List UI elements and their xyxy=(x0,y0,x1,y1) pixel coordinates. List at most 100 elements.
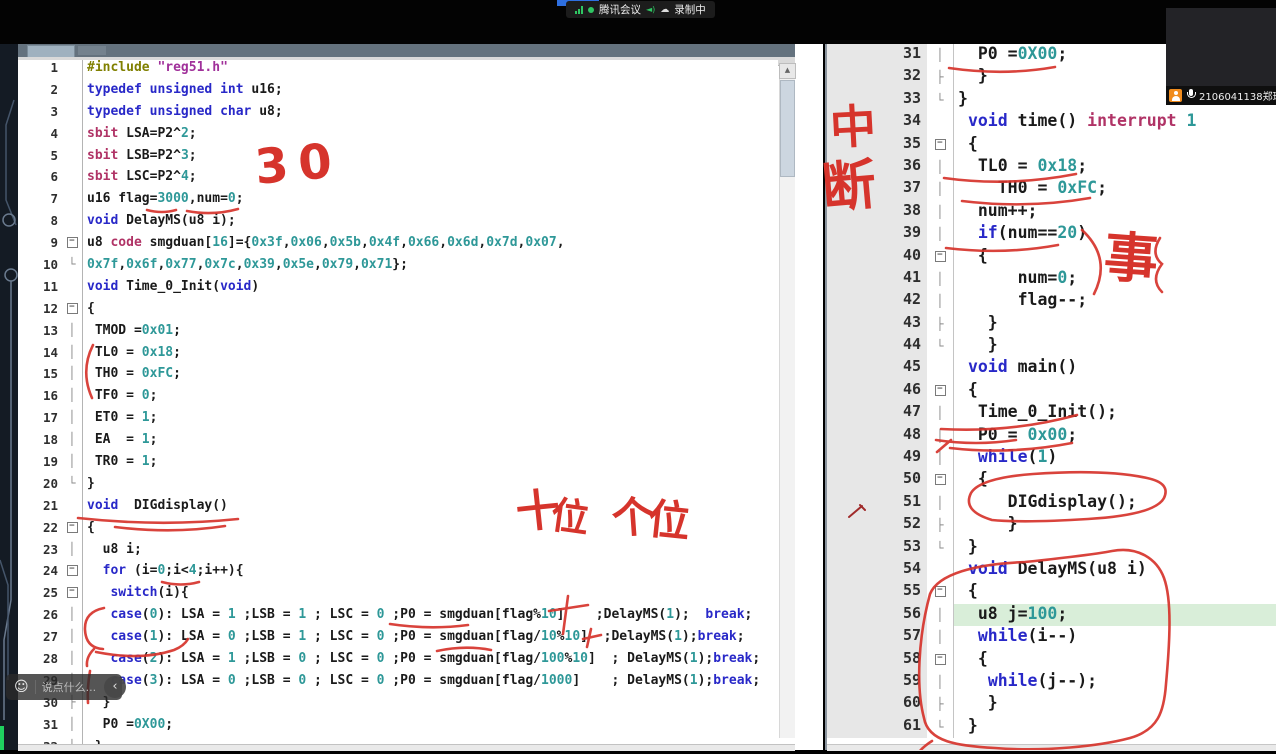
code-line-58[interactable]: 58− { xyxy=(827,649,1276,671)
fold-marker[interactable]: − xyxy=(62,301,82,323)
scroll-up-arrow[interactable]: ▲ xyxy=(779,63,796,79)
fold-marker[interactable] xyxy=(62,191,82,213)
code-line-17[interactable]: 17│ ET0 = 1; xyxy=(18,410,778,432)
fold-marker[interactable]: − xyxy=(927,134,954,156)
fold-marker[interactable]: └ xyxy=(927,537,954,559)
code-line-19[interactable]: 19│ TR0 = 1; xyxy=(18,454,778,476)
code-line-21[interactable]: 21void DIGdisplay() xyxy=(18,498,778,520)
fold-marker[interactable]: │ xyxy=(62,388,82,410)
code-line-57[interactable]: 57│ while(i--) xyxy=(827,626,1276,648)
fold-marker[interactable]: │ xyxy=(62,454,82,476)
fold-marker[interactable] xyxy=(62,148,82,170)
fold-marker[interactable]: │ xyxy=(927,425,954,447)
code-line-22[interactable]: 22−{ xyxy=(18,520,778,542)
fold-marker[interactable]: − xyxy=(927,246,954,268)
fold-marker[interactable]: │ xyxy=(927,178,954,200)
fold-marker[interactable]: │ xyxy=(927,268,954,290)
code-line-23[interactable]: 23│ u8 i; xyxy=(18,542,778,564)
fold-marker[interactable]: └ xyxy=(927,89,954,111)
fold-marker[interactable] xyxy=(62,213,82,235)
code-line-37[interactable]: 37│ TH0 = 0xFC; xyxy=(827,178,1276,200)
code-line-48[interactable]: 48│ P0 = 0x00; xyxy=(827,425,1276,447)
fold-marker[interactable] xyxy=(62,60,82,82)
code-line-40[interactable]: 40− { xyxy=(827,246,1276,268)
code-line-56[interactable]: 56│ u8 j=100; xyxy=(827,604,1276,626)
chat-collapse-button[interactable]: ‹ xyxy=(104,676,126,698)
code-line-41[interactable]: 41│ num=0; xyxy=(827,268,1276,290)
code-line-53[interactable]: 53└ } xyxy=(827,537,1276,559)
fold-marker[interactable] xyxy=(927,559,954,581)
fold-marker[interactable]: │ xyxy=(927,671,954,693)
code-line-47[interactable]: 47│ Time_0_Init(); xyxy=(827,402,1276,424)
code-line-30[interactable]: 30├ } xyxy=(18,695,778,717)
fold-marker[interactable]: │ xyxy=(62,410,82,432)
fold-marker[interactable]: − xyxy=(62,235,82,257)
fold-marker[interactable]: − xyxy=(927,469,954,491)
code-line-14[interactable]: 14│ TL0 = 0x18; xyxy=(18,345,778,367)
code-line-43[interactable]: 43├ } xyxy=(827,313,1276,335)
code-line-16[interactable]: 16│ TF0 = 0; xyxy=(18,388,778,410)
code-line-13[interactable]: 13│ TMOD =0x01; xyxy=(18,323,778,345)
code-line-24[interactable]: 24− for (i=0;i<4;i++){ xyxy=(18,563,778,585)
fold-marker[interactable]: │ xyxy=(62,629,82,651)
fold-marker[interactable]: − xyxy=(62,520,82,542)
code-line-39[interactable]: 39│ if(num==20) xyxy=(827,223,1276,245)
code-line-42[interactable]: 42│ flag--; xyxy=(827,290,1276,312)
fold-marker[interactable]: │ xyxy=(927,156,954,178)
editor-left-tab-secondary[interactable] xyxy=(78,46,106,55)
fold-marker[interactable]: − xyxy=(927,649,954,671)
code-line-45[interactable]: 45 void main() xyxy=(827,357,1276,379)
code-line-20[interactable]: 20└} xyxy=(18,476,778,498)
fold-marker[interactable]: └ xyxy=(62,257,82,279)
fold-marker[interactable]: │ xyxy=(62,717,82,739)
code-line-15[interactable]: 15│ TH0 = 0xFC; xyxy=(18,366,778,388)
code-line-8[interactable]: 8void DelayMS(u8 i); xyxy=(18,213,778,235)
code-line-2[interactable]: 2typedef unsigned int u16; xyxy=(18,82,778,104)
code-line-54[interactable]: 54 void DelayMS(u8 i) xyxy=(827,559,1276,581)
code-line-29[interactable]: 29│ case(3): LSA = 0 ;LSB = 0 ; LSC = 0 … xyxy=(18,673,778,695)
code-line-27[interactable]: 27│ case(1): LSA = 0 ;LSB = 1 ; LSC = 0 … xyxy=(18,629,778,651)
fold-marker[interactable]: │ xyxy=(927,626,954,648)
meeting-status-pill[interactable]: 腾讯会议 ◄) ☁ 录制中 xyxy=(566,1,715,18)
code-line-25[interactable]: 25− switch(i){ xyxy=(18,585,778,607)
left-scrollbar-thumb[interactable] xyxy=(780,80,795,177)
code-line-26[interactable]: 26│ case(0): LSA = 1 ;LSB = 1 ; LSC = 0 … xyxy=(18,607,778,629)
fold-marker[interactable]: │ xyxy=(927,492,954,514)
fold-marker[interactable]: ├ xyxy=(927,514,954,536)
code-line-28[interactable]: 28│ case(2): LSA = 1 ;LSB = 0 ; LSC = 0 … xyxy=(18,651,778,673)
fold-marker[interactable]: │ xyxy=(927,223,954,245)
chat-input-placeholder[interactable]: 说点什么... xyxy=(42,679,97,695)
code-panel-right[interactable]: 31│ P0 =0X00;32├ }33└}34 void time() int… xyxy=(827,44,1276,744)
code-panel-left[interactable]: 1#include "reg51.h"2typedef unsigned int… xyxy=(18,60,778,744)
code-line-5[interactable]: 5sbit LSB=P2^3; xyxy=(18,148,778,170)
code-line-52[interactable]: 52├ } xyxy=(827,514,1276,536)
fold-marker[interactable]: │ xyxy=(927,201,954,223)
code-line-38[interactable]: 38│ num++; xyxy=(827,201,1276,223)
fold-marker[interactable]: │ xyxy=(927,604,954,626)
code-line-4[interactable]: 4sbit LSA=P2^2; xyxy=(18,126,778,148)
code-line-18[interactable]: 18│ EA = 1; xyxy=(18,432,778,454)
fold-marker[interactable]: ├ xyxy=(927,693,954,715)
fold-marker[interactable]: │ xyxy=(62,323,82,345)
fold-marker[interactable]: │ xyxy=(62,607,82,629)
code-line-35[interactable]: 35− { xyxy=(827,134,1276,156)
code-line-49[interactable]: 49│ while(1) xyxy=(827,447,1276,469)
fold-marker[interactable]: ├ xyxy=(927,313,954,335)
code-line-60[interactable]: 60├ } xyxy=(827,693,1276,715)
fold-marker[interactable]: │ xyxy=(62,366,82,388)
code-line-31[interactable]: 31│ P0 =0X00; xyxy=(18,717,778,739)
code-line-10[interactable]: 10└0x7f,0x6f,0x77,0x7c,0x39,0x5e,0x79,0x… xyxy=(18,257,778,279)
fold-marker[interactable]: − xyxy=(62,585,82,607)
fold-marker[interactable] xyxy=(62,104,82,126)
fold-marker[interactable] xyxy=(927,357,954,379)
code-line-7[interactable]: 7u16 flag=3000,num=0; xyxy=(18,191,778,213)
code-line-1[interactable]: 1#include "reg51.h" xyxy=(18,60,778,82)
code-line-9[interactable]: 9−u8 code smgduan[16]={0x3f,0x06,0x5b,0x… xyxy=(18,235,778,257)
fold-marker[interactable]: − xyxy=(927,380,954,402)
code-line-51[interactable]: 51│ DIGdisplay(); xyxy=(827,492,1276,514)
fold-marker[interactable]: └ xyxy=(927,716,954,738)
fold-marker[interactable]: └ xyxy=(62,476,82,498)
fold-marker[interactable]: − xyxy=(62,563,82,585)
code-line-59[interactable]: 59│ while(j--); xyxy=(827,671,1276,693)
code-line-55[interactable]: 55− { xyxy=(827,581,1276,603)
